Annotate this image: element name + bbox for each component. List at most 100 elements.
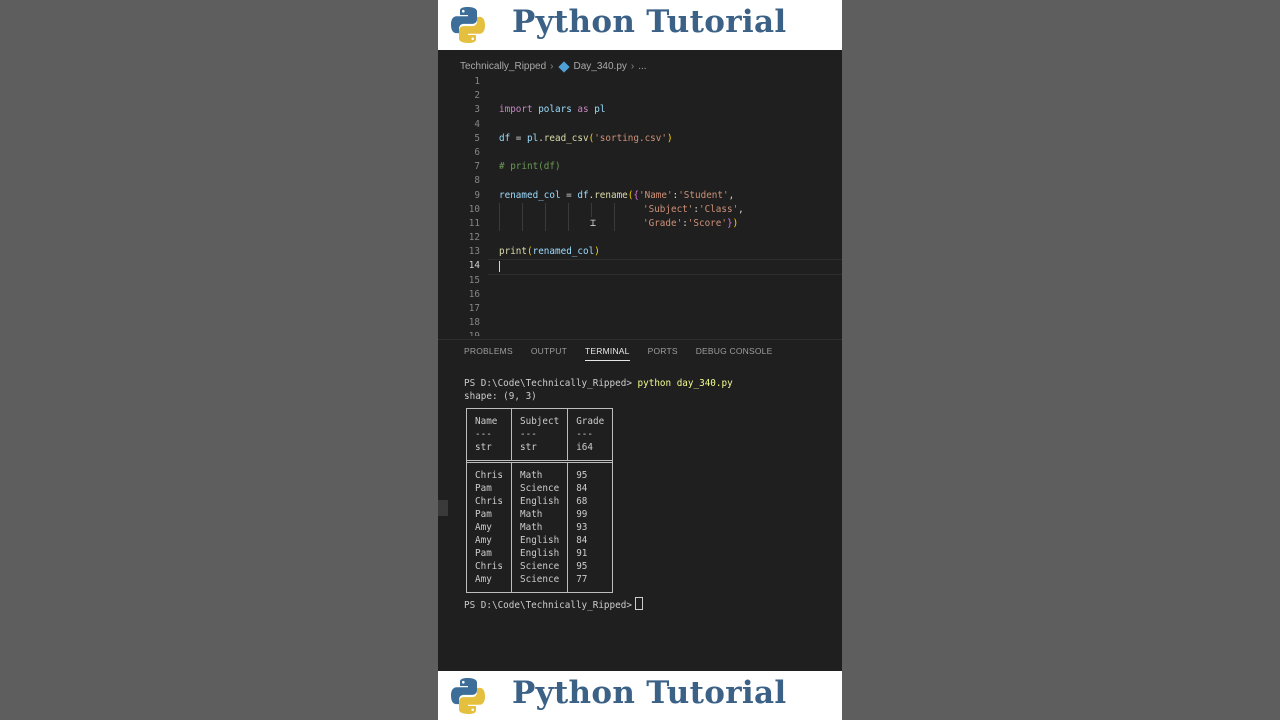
line-number: 11 [468,217,480,229]
line-number: 5 [474,132,480,144]
dash-cell: --- [475,429,492,440]
breadcrumb-more[interactable]: ... [638,61,646,72]
string: 'Class' [698,203,739,215]
banner-title: Python Tutorial [512,4,787,40]
terminal-command-line: PS D:\Code\Technically_Ripped> python da… [464,377,733,390]
code-line-12: 12 [438,231,842,245]
right-backdrop [842,0,1280,720]
code-line-8: 8 [438,174,842,188]
tab-problems[interactable]: PROBLEMS [464,346,513,361]
string: 'Student' [678,189,729,201]
terminal-prompt: PS D:\Code\Technically_Ripped> [464,378,632,389]
table-row: Amy Math 93 [467,521,613,534]
dtype-cell: str [510,441,568,454]
table-row: Amy Science 77 [467,573,613,586]
line-number: 13 [468,246,480,258]
breadcrumb: Technically_Ripped › Day_340.py › ... [460,60,647,73]
text-caret [499,261,500,273]
line-number: 10 [468,203,480,215]
code-line-16: 16 [438,288,842,302]
breadcrumb-file[interactable]: Day_340.py [574,61,627,72]
table-row: Pam Math 99 [467,508,613,521]
variable: df [499,132,511,144]
line-number: 2 [474,90,480,102]
line-number: 4 [474,118,480,130]
table-row: Chris Math 95 [467,469,613,482]
line-number: 18 [468,317,480,329]
tab-debug-console[interactable]: DEBUG CONSOLE [696,346,773,361]
text-cursor-icon: ⌶ [590,217,597,229]
dtype-cell: str [475,442,492,453]
string: 'Score' [687,217,727,229]
code-line-18: 18 [438,316,842,330]
panel-edge-marker [438,500,448,516]
line-number: 1 [474,76,480,87]
table-header-row: Name Subject Grade [467,415,613,428]
keyword: as [577,104,589,116]
code-line-13: 13 print(renamed_col) [438,245,842,259]
code-line-2: 2 [438,89,842,103]
line-number: 7 [474,161,480,173]
keyword: import [499,104,533,116]
terminal-command: python day_340.py [637,378,733,389]
alias: pl [594,104,606,116]
terminal-output[interactable]: PS D:\Code\Technically_Ripped> python da… [464,377,733,403]
code-area[interactable]: 1 2 3 import polars as pl 4 5 df = pl.read… [438,75,842,336]
left-backdrop [0,0,438,720]
python-logo-icon [451,7,485,43]
code-editor[interactable]: Technically_Ripped › Day_340.py › ... 1 … [438,51,842,339]
tab-output[interactable]: OUTPUT [531,346,567,361]
tab-ports[interactable]: PORTS [648,346,678,361]
operator: = [560,189,578,201]
column-header: Grade [567,415,613,428]
variable: renamed_col [532,246,595,258]
chevron-right-icon: › [630,61,635,72]
panel-divider[interactable] [438,339,842,340]
breadcrumb-folder[interactable]: Technically_Ripped [460,61,546,72]
function: print [499,246,527,258]
variable: renamed_col [499,189,561,201]
string: 'Subject' [643,203,694,215]
line-number: 8 [474,175,480,187]
comment: # print(df) [499,161,561,173]
table-row: Chris English 68 [467,495,613,508]
code-line-11: 11 ⌶ 'Grade':'Score'}) [438,216,842,231]
python-file-icon [557,60,570,73]
python-logo-icon [451,678,485,714]
code-line-19: 19 [438,330,842,336]
string: 'Name' [639,189,673,201]
dataframe-table: Name Subject Grade --- --- --- str str i… [466,408,614,593]
line-number: 16 [468,288,480,300]
string: 'sorting.csv' [594,132,667,144]
operator: = [510,132,527,144]
tab-terminal[interactable]: TERMINAL [585,346,630,361]
chevron-right-icon: › [550,61,554,72]
terminal-shape: shape: (9, 3) [464,391,537,402]
table-dtype-row: str str i64 [467,441,613,454]
object: df [577,189,589,201]
line-number: 12 [468,232,480,244]
code-line-9: 9 renamed_col = df.rename({'Name':'Studen… [438,189,842,203]
code-line-14: 14 [438,259,842,276]
column-header: Name [475,416,498,427]
bottom-banner: Python Tutorial [438,671,842,720]
code-line-6: 6 [438,146,842,160]
table-dash-row: --- --- --- [467,428,613,441]
line-number: 15 [468,274,480,286]
code-line-10: 10 'Subject':'Class', [438,202,842,217]
column-header: Subject [510,415,568,428]
string: 'Grade' [643,217,683,229]
table-row: Amy English 84 [467,534,613,547]
module: polars [538,104,572,116]
function: rename [594,189,628,201]
banner-title: Python Tutorial [512,675,787,711]
line-number: 3 [474,104,480,116]
dash-cell: --- [510,428,568,441]
line-number: 6 [474,146,480,158]
code-line-3: 3 import polars as pl [438,103,842,117]
dash-cell: --- [567,428,613,441]
table-row: Pam English 91 [467,547,613,560]
table-row: Pam Science 84 [467,482,613,495]
line-number: 17 [468,303,480,314]
terminal-prompt-line[interactable]: PS D:\Code\Technically_Ripped> [464,597,643,611]
